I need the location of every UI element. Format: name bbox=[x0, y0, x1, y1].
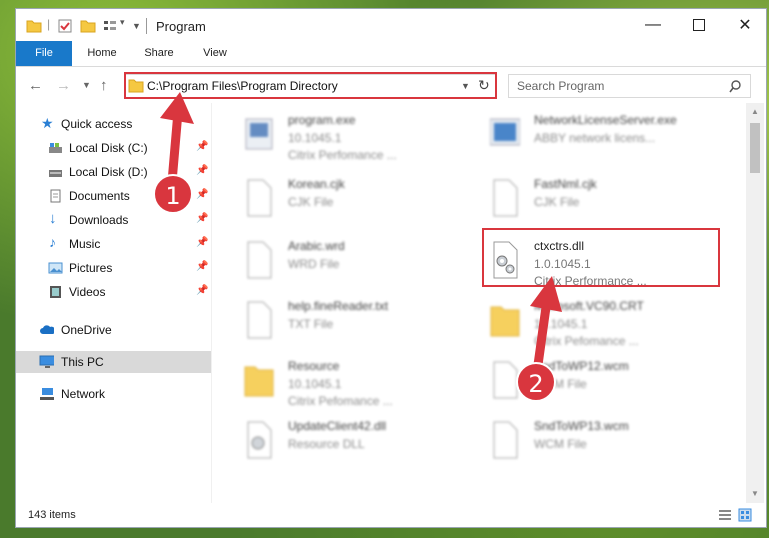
arrow-2-head bbox=[530, 276, 562, 312]
arrow-1-head bbox=[160, 92, 194, 124]
step-1-badge: 1 bbox=[153, 174, 193, 214]
arrow-1-shaft bbox=[167, 107, 183, 187]
annotation-arrows bbox=[160, 92, 562, 377]
step-2-badge: 2 bbox=[516, 362, 556, 402]
